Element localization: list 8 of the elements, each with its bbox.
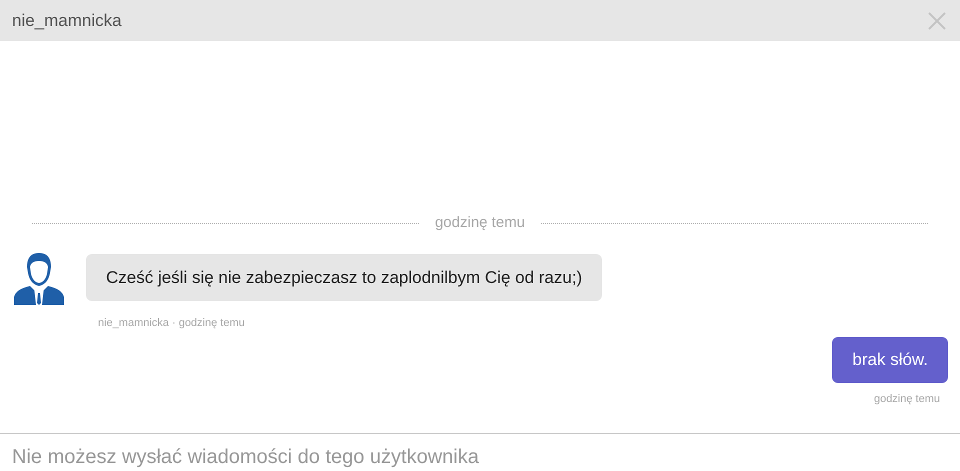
message-meta: nie_mamnicka · godzinę temu [98,316,246,330]
date-divider-label: godzinę temu [434,213,526,233]
message-meta: godzinę temu [874,392,940,406]
user-avatar-icon [12,250,66,304]
message-bubble: brak słów. [832,337,948,382]
message-bubble: Cześć jeśli się nie zabezpieczasz to zaplodnilbym Cię od razu;) [86,254,602,302]
close-button[interactable] [926,10,948,32]
window-title: nie_mamnicka [12,10,122,32]
